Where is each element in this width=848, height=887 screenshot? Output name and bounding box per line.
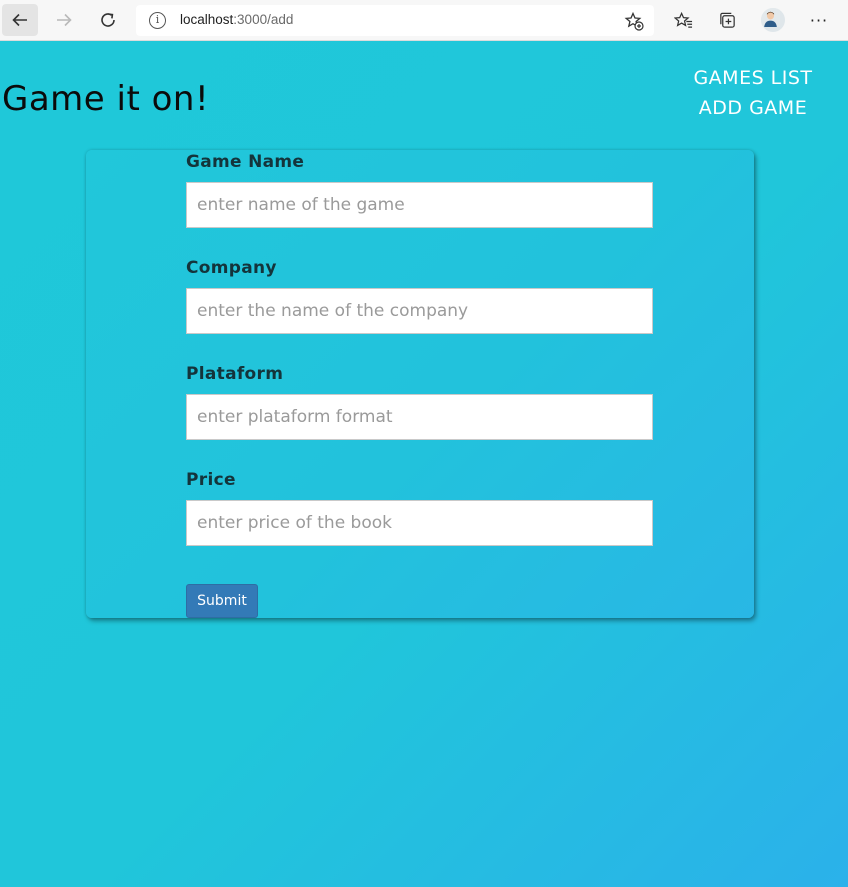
collections-icon [719,12,735,28]
url-path: :3000/add [233,12,294,27]
main-nav: GAMES LIST ADD GAME [672,63,834,123]
company-label: Company [186,258,277,278]
submit-button[interactable]: Submit [186,584,258,618]
add-game-card: Game Name Company Plataform Price Submit [86,150,754,618]
more-icon[interactable]: ··· [802,4,836,36]
arrow-right-icon [57,13,72,27]
url-host: localhost [180,12,234,27]
arrow-left-icon [12,13,27,27]
field-game-name: Game Name [186,152,653,228]
reload-icon [101,13,115,27]
collections-button[interactable] [710,4,744,36]
field-price: Price [186,470,653,546]
nav-games-list[interactable]: GAMES LIST [672,63,834,93]
avatar [761,8,785,32]
field-plataform: Plataform [186,364,653,440]
game-name-input[interactable] [186,182,653,228]
field-company: Company [186,258,653,334]
favorites-icon [673,11,692,28]
reload-button[interactable] [90,4,126,36]
url-text[interactable]: localhost:3000/add [180,12,293,27]
game-name-label: Game Name [186,152,305,172]
page-content: Game it on! GAMES LIST ADD GAME Game Nam… [0,41,848,887]
price-input[interactable] [186,500,653,546]
company-input[interactable] [186,288,653,334]
nav-add-game[interactable]: ADD GAME [672,93,834,123]
person-icon [761,8,780,27]
favorites-button[interactable] [666,4,700,36]
address-bar[interactable]: i localhost:3000/add [136,5,654,36]
browser-toolbar: i localhost:3000/add ··· [0,0,848,41]
site-title: Game it on! [2,79,210,119]
forward-button[interactable] [46,4,82,36]
price-label: Price [186,470,236,490]
profile-button[interactable] [756,4,790,36]
plataform-input[interactable] [186,394,653,440]
plataform-label: Plataform [186,364,284,384]
back-button[interactable] [2,4,38,36]
info-icon[interactable]: i [149,12,166,29]
star-plus-icon[interactable] [624,11,644,31]
